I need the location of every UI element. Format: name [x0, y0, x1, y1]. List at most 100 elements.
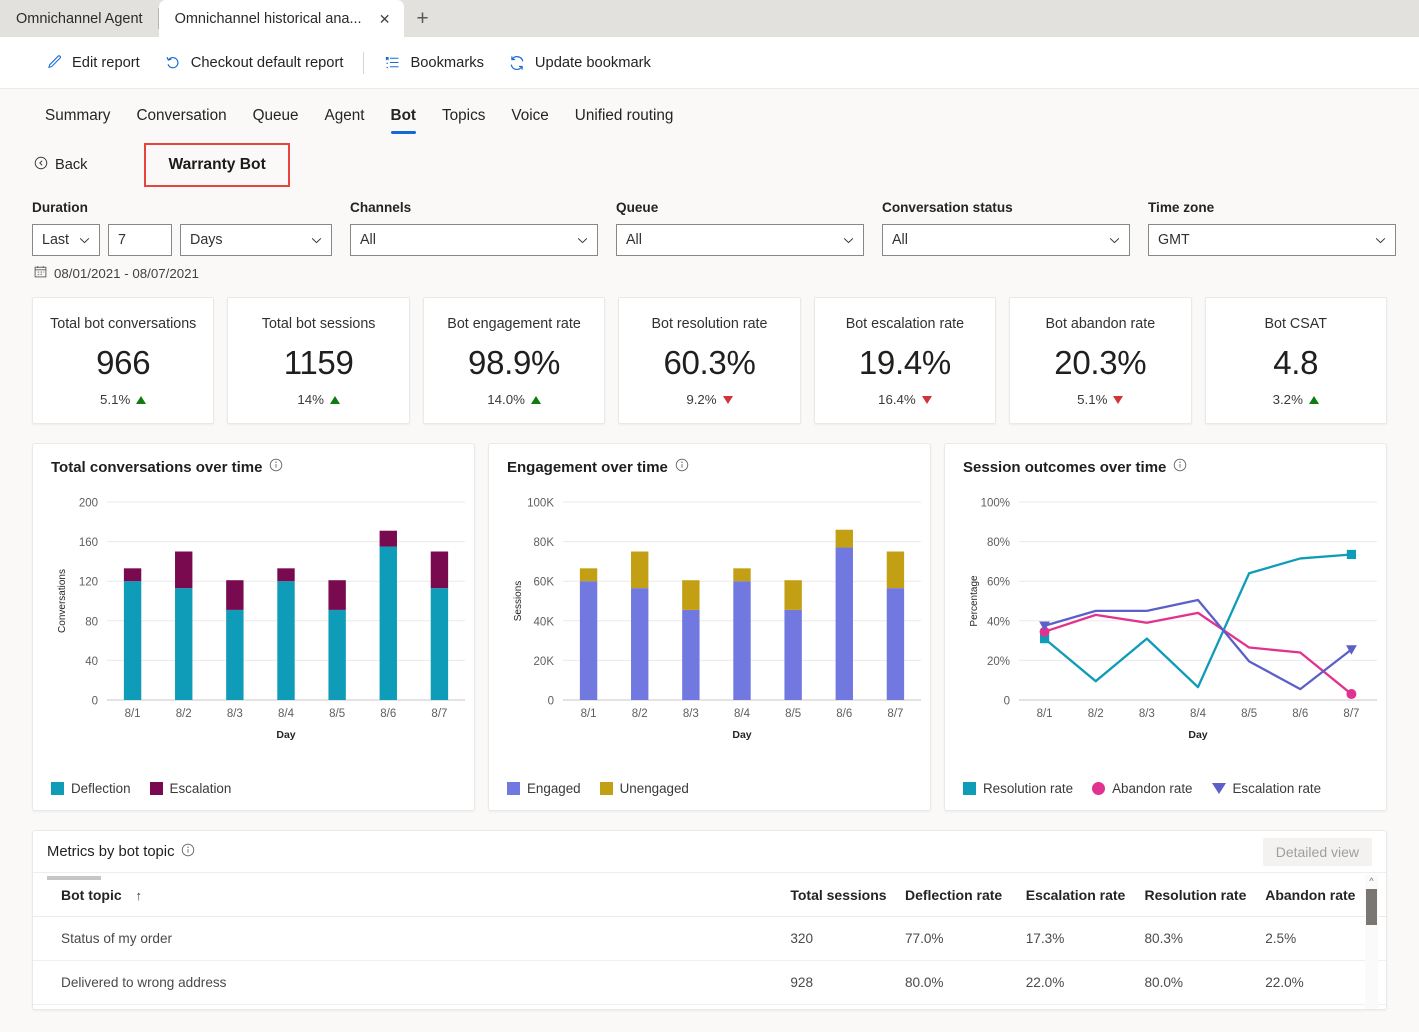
info-icon[interactable] [1173, 458, 1187, 476]
kpi-delta: 16.4% [878, 392, 932, 407]
scrollbar-thumb[interactable] [1366, 889, 1377, 925]
tab-queue[interactable]: Queue [240, 107, 312, 136]
command-bar-divider [363, 51, 365, 74]
svg-text:8/6: 8/6 [1292, 708, 1308, 720]
trend-down-icon [1113, 395, 1124, 404]
tab-summary[interactable]: Summary [32, 107, 123, 136]
column-header-escalation-rate[interactable]: Escalation rate [1025, 873, 1145, 917]
kpi-bot-engagement-rate[interactable]: Bot engagement rate 98.9% 14.0% [422, 297, 606, 424]
kpi-bot-resolution-rate[interactable]: Bot resolution rate 60.3% 9.2% [618, 297, 801, 424]
legend-item-escalation[interactable]: Escalation [149, 781, 232, 796]
bookmark-list-icon [384, 54, 401, 71]
column-header-total-sessions[interactable]: Total sessions [790, 873, 905, 917]
filter-time-zone: Time zone GMT [1148, 200, 1396, 256]
svg-text:100%: 100% [981, 498, 1010, 510]
svg-text:40: 40 [85, 656, 98, 668]
filter-time-zone-label: Time zone [1148, 200, 1215, 215]
legend-label: Unengaged [619, 781, 689, 796]
kpi-delta-value: 14% [297, 392, 324, 407]
tab-bot[interactable]: Bot [378, 107, 430, 136]
back-label: Back [55, 157, 88, 173]
legend-swatch [149, 782, 163, 795]
table-row[interactable]: Delivered to wrong address 928 80.0% 22.… [33, 960, 1386, 1005]
info-icon[interactable] [675, 458, 689, 476]
legend-label: Escalation [169, 781, 232, 796]
svg-text:80%: 80% [987, 537, 1010, 549]
tab-topics[interactable]: Topics [429, 107, 498, 136]
info-icon[interactable] [269, 458, 283, 476]
legend-item-deflection[interactable]: Deflection [51, 781, 131, 796]
duration-amount-input[interactable]: 7 [108, 224, 172, 256]
svg-text:80K: 80K [534, 537, 555, 549]
refresh-icon [508, 54, 526, 72]
table-header-bar: Metrics by bot topic Detailed view [33, 831, 1386, 873]
scroll-up-icon[interactable]: ^ [1365, 875, 1378, 888]
time-zone-select[interactable]: GMT [1148, 224, 1396, 256]
legend-swatch [599, 782, 613, 795]
back-button[interactable]: Back [34, 156, 87, 174]
svg-text:0: 0 [92, 696, 98, 708]
duration-unit-select[interactable]: Days [180, 224, 332, 256]
trend-down-icon [921, 395, 932, 404]
filter-duration: Duration Last 7 Days [32, 200, 332, 256]
new-tab-icon[interactable]: + [404, 0, 442, 37]
breadcrumb: Back Warranty Bot [0, 136, 1419, 194]
kpi-bot-csat[interactable]: Bot CSAT 4.8 3.2% [1204, 297, 1387, 424]
chart-plot-area: 0 20K 40K 60K 80K 100K 8/1 8/2 8/3 8/4 8/5 8/6 8/7 Da… [513, 498, 921, 741]
browser-tab-omnichannel-agent[interactable]: Omnichannel Agent [0, 0, 159, 37]
chart-title-row: Total conversations over time [45, 458, 462, 476]
legend-item-abandon-rate[interactable]: Abandon rate [1092, 781, 1193, 796]
svg-text:Percentage: Percentage [969, 575, 980, 627]
channels-select[interactable]: All [350, 224, 598, 256]
conversation-status-value: All [892, 232, 908, 248]
bookmarks-label: Bookmarks [410, 54, 484, 71]
table-row[interactable]: Status of my order 320 77.0% 17.3% 80.3%… [33, 916, 1386, 961]
svg-text:8/7: 8/7 [1343, 708, 1359, 720]
duration-mode-select[interactable]: Last [32, 224, 100, 256]
table-title: Metrics by bot topic [47, 843, 175, 860]
tab-unified-routing[interactable]: Unified routing [562, 107, 687, 136]
legend-item-escalation-rate[interactable]: Escalation rate [1211, 781, 1321, 796]
info-icon[interactable] [181, 843, 195, 861]
duration-amount-value: 7 [118, 232, 126, 248]
column-header-bot-topic[interactable]: Bot topic ↑ [33, 873, 791, 917]
detailed-view-button[interactable]: Detailed view [1262, 837, 1372, 866]
kpi-value: 966 [96, 344, 151, 381]
close-icon[interactable]: ✕ [376, 10, 394, 28]
cell-deflection-rate: 80.0% [904, 960, 1026, 1005]
legend-item-unengaged[interactable]: Unengaged [599, 781, 689, 796]
legend-item-engaged[interactable]: Engaged [507, 781, 581, 796]
kpi-label: Total bot conversations [50, 316, 197, 332]
trend-up-icon [530, 395, 541, 404]
browser-tab-omnichannel-historical-analytics[interactable]: Omnichannel historical ana... ✕ [158, 0, 404, 37]
edit-report-button[interactable]: Edit report [34, 48, 152, 77]
kpi-total-bot-sessions[interactable]: Total bot sessions 1159 14% [227, 297, 410, 424]
kpi-delta: 5.1% [100, 392, 147, 407]
tab-voice[interactable]: Voice [498, 107, 561, 136]
svg-text:8/1: 8/1 [581, 708, 597, 720]
table-horizontal-scrollbar[interactable] [47, 876, 101, 880]
chart-legend: Deflection Escalation [51, 781, 231, 796]
update-bookmark-button[interactable]: Update bookmark [496, 48, 663, 78]
chevron-down-icon [1099, 232, 1120, 248]
kpi-bot-abandon-rate[interactable]: Bot abandon rate 20.3% 5.1% [1009, 297, 1192, 424]
table-vertical-scrollbar[interactable]: ^ [1365, 875, 1378, 1009]
column-header-deflection-rate[interactable]: Deflection rate [904, 873, 1026, 917]
tab-label: Topics [442, 107, 486, 124]
kpi-delta-value: 14.0% [487, 392, 525, 407]
chart-title: Engagement over time [507, 458, 668, 476]
svg-text:8/7: 8/7 [887, 708, 903, 720]
queue-select[interactable]: All [616, 224, 864, 256]
tab-agent[interactable]: Agent [312, 107, 378, 136]
kpi-total-bot-conversations[interactable]: Total bot conversations 966 5.1% [32, 297, 215, 424]
kpi-bot-escalation-rate[interactable]: Bot escalation rate 19.4% 16.4% [813, 297, 997, 424]
tab-conversation[interactable]: Conversation [123, 107, 239, 136]
column-header-resolution-rate[interactable]: Resolution rate [1144, 873, 1266, 917]
tab-label: Queue [252, 107, 299, 124]
svg-text:8/4: 8/4 [1190, 708, 1207, 720]
bookmarks-button[interactable]: Bookmarks [372, 48, 495, 77]
conversation-status-select[interactable]: All [882, 224, 1130, 256]
checkout-default-report-button[interactable]: Checkout default report [152, 48, 356, 78]
legend-item-resolution-rate[interactable]: Resolution rate [963, 781, 1073, 796]
pencil-icon [46, 54, 63, 71]
